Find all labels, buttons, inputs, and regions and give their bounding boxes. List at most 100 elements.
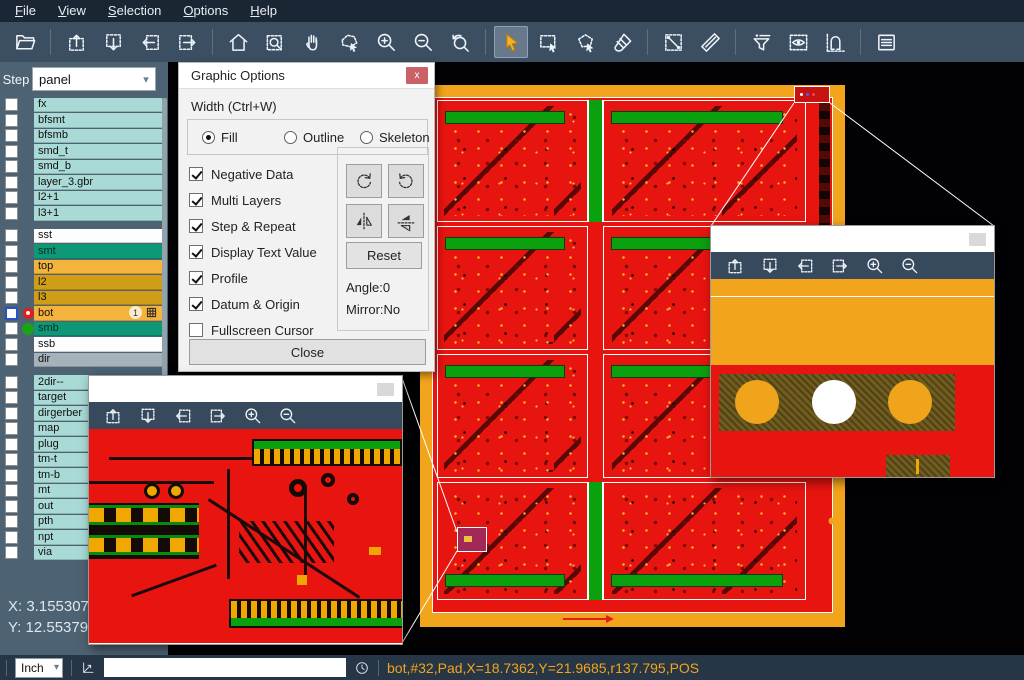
unit-select[interactable]: Inch ▾ — [15, 658, 63, 678]
layer-visibility-checkbox[interactable] — [5, 160, 18, 173]
window-button-icon[interactable] — [377, 383, 394, 396]
pan-left-icon[interactable] — [133, 26, 167, 58]
layer-row-top[interactable]: top — [0, 259, 162, 275]
layer-visibility-checkbox[interactable] — [5, 338, 18, 351]
layer-name[interactable]: smt — [34, 244, 162, 259]
pcb-circuit-block[interactable] — [603, 482, 806, 600]
layer-name[interactable]: l3 — [34, 291, 162, 306]
layer-name[interactable]: bot1 — [34, 306, 162, 321]
window-button-icon[interactable] — [969, 233, 986, 246]
mirror-horizontal-icon[interactable] — [346, 204, 382, 238]
pan-up-icon[interactable] — [59, 26, 93, 58]
select-polygon-icon[interactable] — [568, 26, 602, 58]
pan-down-icon[interactable] — [96, 26, 130, 58]
layer-visibility-checkbox[interactable] — [5, 469, 18, 482]
layer-name[interactable]: l2+1 — [34, 191, 162, 206]
layer-name[interactable]: smb — [34, 322, 162, 337]
layer-name[interactable]: smd_b — [34, 160, 162, 175]
layer-visibility-checkbox[interactable] — [5, 245, 18, 258]
layer-row-dir[interactable]: dir — [0, 352, 162, 368]
layer-visibility-checkbox[interactable] — [5, 407, 18, 420]
layer-visibility-checkbox[interactable] — [5, 322, 18, 335]
filter-icon[interactable] — [744, 26, 778, 58]
step-select[interactable]: panel ▾ — [32, 67, 156, 91]
zoom-out-icon[interactable] — [898, 254, 922, 278]
highlight-eye-icon[interactable] — [781, 26, 815, 58]
radio-skeleton[interactable]: Skeleton — [360, 130, 430, 145]
zoom-source-box-bottom[interactable] — [457, 527, 487, 552]
layer-row-ssb[interactable]: ssb — [0, 337, 162, 353]
mirror-vertical-icon[interactable] — [388, 204, 424, 238]
layer-name[interactable]: layer_3.gbr — [34, 175, 162, 190]
layer-name[interactable]: top — [34, 260, 162, 275]
layer-visibility-checkbox[interactable] — [5, 129, 18, 142]
open-folder-icon[interactable] — [8, 26, 42, 58]
layer-row-smd_b[interactable]: smd_b — [0, 159, 162, 175]
pcb-circuit-block[interactable] — [437, 354, 588, 478]
close-button[interactable]: Close — [189, 339, 426, 365]
menu-item-selection[interactable]: Selection — [97, 0, 172, 22]
layer-panel-icon[interactable] — [869, 26, 903, 58]
magnifier-title-bar[interactable] — [711, 226, 994, 252]
close-icon[interactable]: x — [406, 67, 428, 84]
zoom-window-icon[interactable] — [258, 26, 292, 58]
menu-item-file[interactable]: File — [4, 0, 47, 22]
layer-visibility-checkbox[interactable] — [5, 291, 18, 304]
menu-item-help[interactable]: Help — [239, 0, 288, 22]
layer-name[interactable]: bfsmt — [34, 113, 162, 128]
layer-row-bot[interactable]: bot1 — [0, 306, 162, 322]
layer-row-layer_3.gbr[interactable]: layer_3.gbr — [0, 175, 162, 191]
pcb-circuit-block[interactable] — [437, 226, 588, 350]
layer-row-l3+1[interactable]: l3+1 — [0, 206, 162, 222]
rotate-ccw-icon[interactable] — [388, 164, 424, 198]
layer-row-bfsmb[interactable]: bfsmb — [0, 128, 162, 144]
pcb-circuit-block[interactable] — [603, 100, 806, 222]
zoom-out-icon[interactable] — [406, 26, 440, 58]
reset-button[interactable]: Reset — [346, 242, 422, 269]
layer-row-smb[interactable]: smb — [0, 321, 162, 337]
layer-visibility-checkbox[interactable] — [5, 114, 18, 127]
layer-name[interactable]: ssb — [34, 337, 162, 352]
layer-row-smd_t[interactable]: smd_t — [0, 144, 162, 160]
layer-name[interactable]: dir — [34, 353, 162, 368]
layer-visibility-checkbox[interactable] — [5, 484, 18, 497]
magnifier-title-bar[interactable] — [89, 376, 402, 402]
zoom-polygon-icon[interactable] — [332, 26, 366, 58]
layer-row-bfsmt[interactable]: bfsmt — [0, 113, 162, 129]
pan-down-icon[interactable] — [136, 404, 160, 428]
pan-left-icon[interactable] — [171, 404, 195, 428]
checkbox-profile[interactable]: Profile — [189, 265, 334, 291]
layer-name[interactable]: smd_t — [34, 144, 162, 159]
history-icon[interactable] — [354, 660, 370, 676]
corner-angle-icon[interactable] — [80, 660, 96, 676]
layer-name[interactable]: fx — [34, 98, 162, 113]
zoom-source-box-top-right[interactable] — [794, 86, 830, 103]
layer-visibility-checkbox[interactable] — [5, 422, 18, 435]
layer-visibility-checkbox[interactable] — [5, 376, 18, 389]
layer-row-fx[interactable]: fx — [0, 97, 162, 113]
pan-right-icon[interactable] — [828, 254, 852, 278]
layer-row-l2+1[interactable]: l2+1 — [0, 190, 162, 206]
checkbox-multi-layers[interactable]: Multi Layers — [189, 187, 334, 213]
layer-visibility-checkbox[interactable] — [5, 191, 18, 204]
layer-visibility-checkbox[interactable] — [5, 229, 18, 242]
select-cursor-icon[interactable] — [494, 26, 528, 58]
snap-mode-icon[interactable] — [818, 26, 852, 58]
pan-hand-icon[interactable] — [295, 26, 329, 58]
magnifier-window-bottom[interactable] — [88, 375, 403, 645]
zoom-out-icon[interactable] — [276, 404, 300, 428]
rotate-cw-icon[interactable] — [346, 164, 382, 198]
magnified-pcb-view[interactable] — [89, 429, 402, 643]
zoom-in-icon[interactable] — [863, 254, 887, 278]
checkbox-negative-data[interactable]: Negative Data — [189, 161, 334, 187]
select-rect-icon[interactable] — [531, 26, 565, 58]
layer-name[interactable]: l2 — [34, 275, 162, 290]
ruler-icon[interactable] — [693, 26, 727, 58]
pan-right-icon[interactable] — [206, 404, 230, 428]
layer-visibility-checkbox[interactable] — [5, 353, 18, 366]
zoom-previous-icon[interactable] — [443, 26, 477, 58]
magnifier-window-top-right[interactable] — [710, 225, 995, 478]
layer-visibility-checkbox[interactable] — [5, 307, 18, 320]
layer-visibility-checkbox[interactable] — [5, 260, 18, 273]
layer-row-l3[interactable]: l3 — [0, 290, 162, 306]
